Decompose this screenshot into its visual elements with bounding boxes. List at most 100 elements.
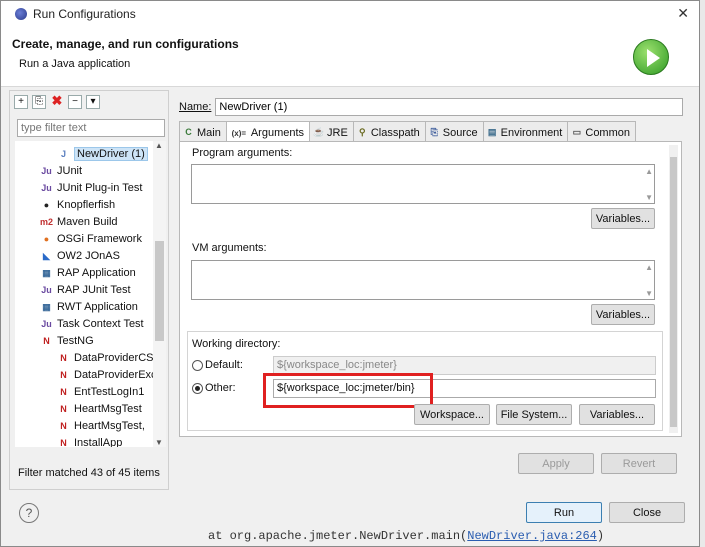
testng-icon: N: [60, 386, 67, 397]
main-tab-icon: C: [185, 127, 192, 137]
stacktrace-text: at org.apache.jmeter.NewDriver.main(: [208, 529, 468, 543]
tree-item[interactable]: N TestNG: [40, 332, 94, 349]
tab-label: Main: [197, 126, 221, 139]
tree-item[interactable]: ● OSGi Framework: [40, 230, 142, 247]
tree-item[interactable]: N InstallApp: [57, 434, 123, 448]
tab-common[interactable]: ▭ Common: [567, 121, 636, 141]
collapse-all-icon[interactable]: −: [68, 95, 82, 109]
tree-item[interactable]: Ju JUnit: [40, 162, 82, 179]
common-tab-icon: ▭: [572, 127, 582, 137]
config-tabs: C Main (x)= Arguments ☕ JRE ⚲ Classpath ⎘ Source ▤…: [179, 121, 636, 142]
junit-icon: Ju: [41, 165, 52, 176]
tab-jre[interactable]: ☕ JRE: [309, 121, 354, 141]
configuration-list-panel: + ⎘ ✖ − ▾ J NewDriver (1) Ju JUnit Ju JUnit P…: [9, 90, 169, 490]
java-app-icon: J: [60, 148, 66, 159]
default-radio[interactable]: [192, 360, 203, 371]
tree-item[interactable]: N DataProviderCSV: [57, 349, 153, 366]
testng-icon: N: [43, 335, 50, 346]
title-bar: Run Configurations ✕: [1, 1, 699, 27]
filter-input[interactable]: [17, 119, 165, 137]
vm-variables-button[interactable]: Variables...: [591, 304, 655, 325]
close-window-icon[interactable]: ✕: [677, 5, 689, 22]
tree-item-label: RAP JUnit Test: [57, 283, 131, 296]
knopflerfish-icon: ●: [43, 199, 50, 210]
tab-label: Environment: [500, 126, 563, 139]
file-system-button[interactable]: File System...: [496, 404, 572, 425]
tab-source[interactable]: ⎘ Source: [424, 121, 484, 141]
tree-scrollbar[interactable]: ▲ ▼: [153, 141, 166, 447]
scroll-up-icon[interactable]: ▲: [155, 141, 163, 150]
tree-item[interactable]: ◣ OW2 JOnAS: [40, 247, 120, 264]
tree-item[interactable]: N HeartMsgTest: [57, 400, 142, 417]
classpath-tab-icon: ⚲: [359, 127, 366, 137]
tree-item-label: InstallApp: [74, 436, 123, 448]
tree-item-label: DataProviderExce: [74, 368, 153, 381]
stacktrace-suffix: ): [596, 529, 605, 543]
tree-item-label: Maven Build: [57, 215, 118, 228]
tree-item[interactable]: Ju JUnit Plug-in Test: [40, 179, 142, 196]
working-dir-variables-button[interactable]: Variables...: [579, 404, 655, 425]
name-field[interactable]: [215, 98, 684, 116]
vm-arguments-textarea[interactable]: ▲ ▼: [191, 260, 655, 300]
tree-item-label: RWT Application: [57, 300, 138, 313]
run-configurations-dialog: Run Configurations ✕ Create, manage, and…: [0, 0, 700, 547]
tab-arguments[interactable]: (x)= Arguments: [225, 121, 311, 142]
revert-button[interactable]: Revert: [601, 453, 677, 474]
tree-item-label: TestNG: [57, 334, 94, 347]
tree-item[interactable]: N HeartMsgTest,: [57, 417, 145, 434]
duplicate-config-icon[interactable]: ⎘: [32, 95, 46, 109]
tree-item[interactable]: N EntTestLogIn1: [57, 383, 144, 400]
filter-menu-icon[interactable]: ▾: [86, 95, 100, 109]
tab-environment[interactable]: ▤ Environment: [482, 121, 569, 141]
tree-item[interactable]: Ju RAP JUnit Test: [40, 281, 131, 298]
tab-label: Common: [585, 126, 630, 139]
window-title: Run Configurations: [33, 7, 136, 21]
vm-textarea-up-icon[interactable]: ▲: [645, 263, 653, 272]
rap-junit-icon: Ju: [41, 284, 52, 295]
tree-item[interactable]: m2 Maven Build: [40, 213, 118, 230]
textarea-up-icon[interactable]: ▲: [645, 167, 653, 176]
help-icon[interactable]: ?: [19, 503, 39, 523]
tree-item-label: HeartMsgTest: [74, 402, 142, 415]
default-label: Default:: [205, 359, 243, 371]
background-stacktrace-line: at org.apache.jmeter.NewDriver.main(NewD…: [208, 529, 604, 543]
program-variables-button[interactable]: Variables...: [591, 208, 655, 229]
tree-item-label: JUnit: [57, 164, 83, 177]
close-button[interactable]: Close: [609, 502, 685, 523]
run-banner-icon: [633, 39, 669, 75]
delete-config-icon[interactable]: ✖: [50, 94, 64, 109]
environment-tab-icon: ▤: [487, 127, 497, 137]
tab-main[interactable]: C Main: [179, 121, 227, 141]
scrollbar-thumb[interactable]: [155, 241, 164, 341]
other-radio[interactable]: [192, 383, 203, 394]
stacktrace-link[interactable]: NewDriver.java:264: [467, 529, 597, 543]
scroll-down-icon[interactable]: ▼: [155, 438, 163, 447]
tree-item-label: OSGi Framework: [57, 232, 142, 245]
dialog-header: Create, manage, and run configurations R…: [1, 27, 699, 87]
tab-classpath[interactable]: ⚲ Classpath: [352, 121, 426, 141]
tree-item[interactable]: N DataProviderExce: [57, 366, 153, 383]
maven-icon: m2: [40, 216, 54, 227]
name-row: Name:: [179, 98, 684, 116]
other-label: Other:: [205, 382, 236, 394]
apply-button[interactable]: Apply: [518, 453, 594, 474]
testng-icon: N: [60, 437, 67, 448]
tab-scrollbar[interactable]: [669, 145, 678, 433]
tree-item[interactable]: Ju Task Context Test: [40, 315, 143, 332]
testng-icon: N: [60, 403, 67, 414]
textarea-down-icon[interactable]: ▼: [645, 193, 653, 202]
tree-item[interactable]: ● Knopflerfish: [40, 196, 115, 213]
program-arguments-textarea[interactable]: ▲ ▼: [191, 164, 655, 204]
testng-icon: N: [60, 352, 67, 363]
tab-scrollbar-thumb[interactable]: [670, 157, 677, 427]
vm-arguments-label: VM arguments:: [192, 242, 267, 254]
new-config-icon[interactable]: +: [14, 95, 28, 109]
run-button[interactable]: Run: [526, 502, 602, 523]
vm-textarea-down-icon[interactable]: ▼: [645, 289, 653, 298]
workspace-button[interactable]: Workspace...: [414, 404, 490, 425]
tree-item[interactable]: J NewDriver (1): [57, 145, 148, 162]
tab-label: Classpath: [370, 126, 420, 139]
tree-item[interactable]: ▦ RWT Application: [40, 298, 138, 315]
tree-item[interactable]: ▦ RAP Application: [40, 264, 135, 281]
tree-item-label: EntTestLogIn1: [74, 385, 145, 398]
